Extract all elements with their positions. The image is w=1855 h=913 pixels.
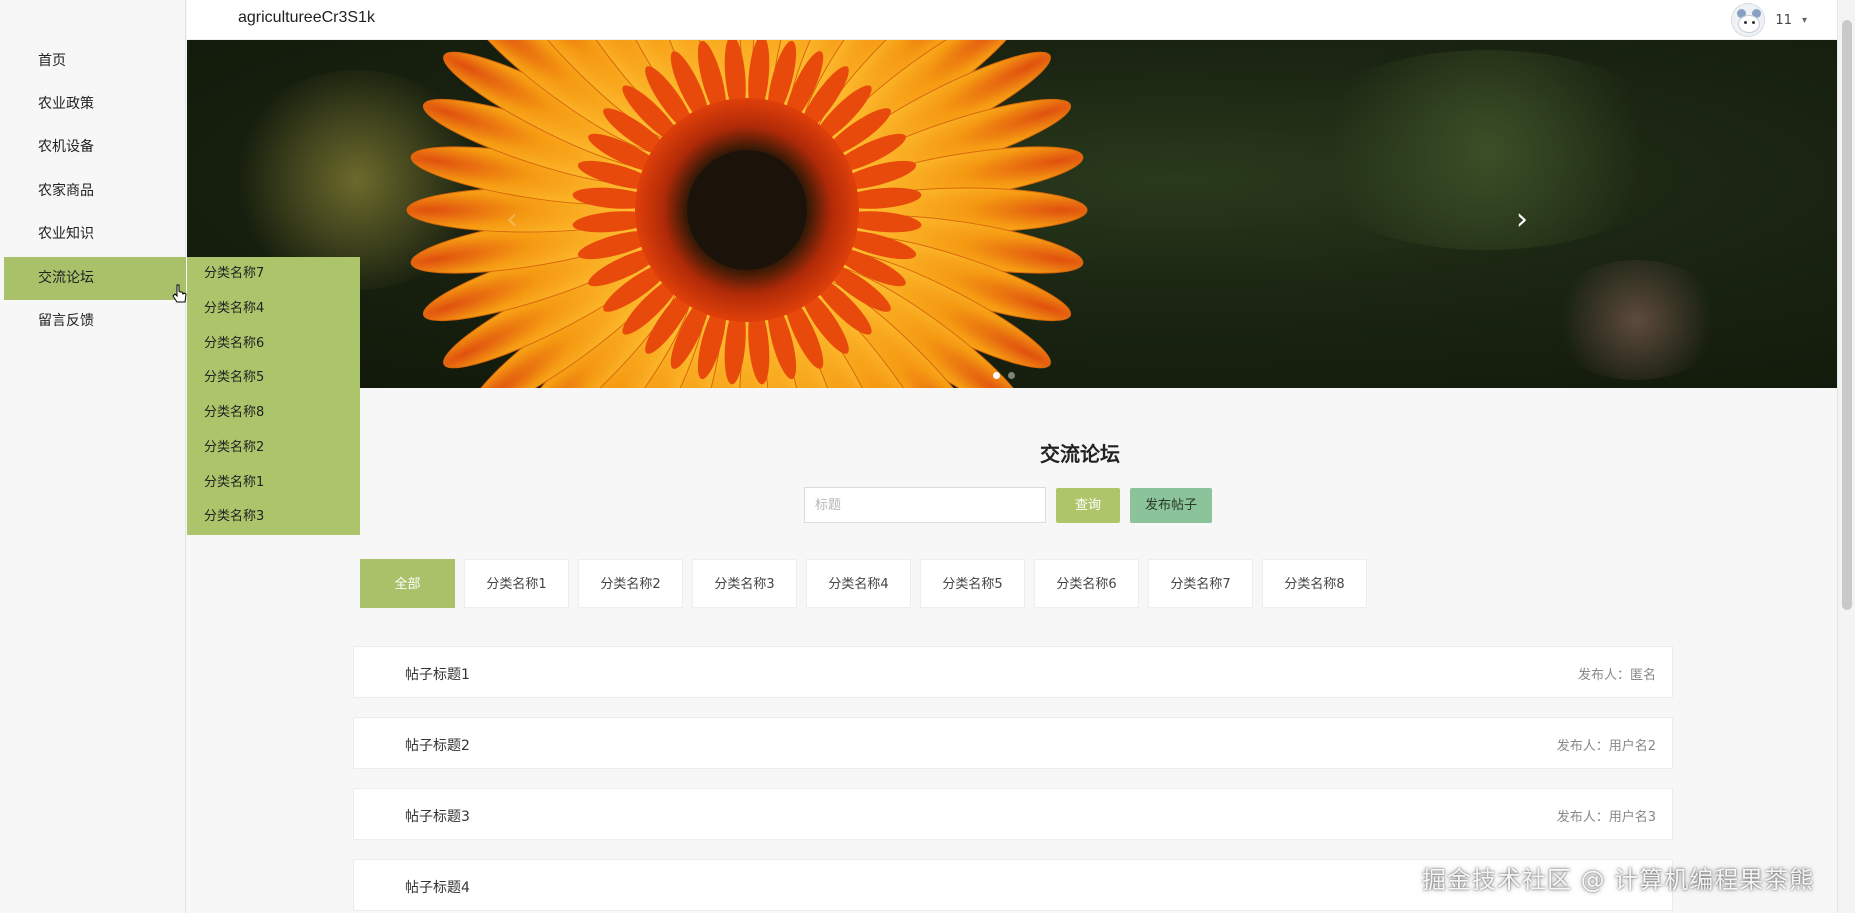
- sidebar-item-policy[interactable]: 农业政策: [4, 83, 186, 126]
- banner-carousel: ‹ ›: [187, 40, 1837, 388]
- search-input[interactable]: [804, 487, 1046, 523]
- user-menu[interactable]: 11 ▾: [1731, 3, 1807, 37]
- sidebar-item-products[interactable]: 农家商品: [4, 170, 186, 213]
- page-title: 交流论坛: [1040, 442, 1120, 466]
- tab-category[interactable]: 分类名称1: [464, 559, 569, 608]
- app-title: agricultureeCr3S1k: [238, 9, 375, 26]
- tab-category[interactable]: 分类名称6: [1034, 559, 1139, 608]
- post-author: 发布人：用户名2: [1556, 739, 1656, 754]
- carousel-dot[interactable]: [993, 372, 1000, 379]
- submenu-item[interactable]: 分类名称6: [187, 327, 360, 362]
- sidebar: 首页 农业政策 农机设备 农家商品 农业知识 交流论坛 留言反馈: [0, 0, 186, 913]
- sidebar-item-home[interactable]: 首页: [4, 40, 186, 83]
- hand-cursor-icon: [172, 284, 187, 303]
- submenu-item[interactable]: 分类名称8: [187, 396, 360, 431]
- carousel-dot[interactable]: [1008, 372, 1015, 379]
- scrollbar[interactable]: [1837, 0, 1855, 913]
- tab-all[interactable]: 全部: [360, 559, 455, 608]
- carousel-next-icon[interactable]: ›: [1507, 200, 1537, 240]
- tab-category[interactable]: 分类名称8: [1262, 559, 1367, 608]
- tab-category[interactable]: 分类名称3: [692, 559, 797, 608]
- tab-category[interactable]: 分类名称5: [920, 559, 1025, 608]
- post-title[interactable]: 帖子标题1: [405, 664, 470, 684]
- submenu-item[interactable]: 分类名称3: [187, 500, 360, 535]
- sidebar-item-equipment[interactable]: 农机设备: [4, 126, 186, 169]
- chevron-down-icon[interactable]: ▾: [1802, 15, 1807, 26]
- post-author: 发布人：匿名: [1577, 668, 1656, 683]
- list-item[interactable]: 帖子标题2 发布人：用户名2: [353, 717, 1673, 769]
- submenu-item[interactable]: 分类名称7: [187, 257, 360, 292]
- submenu-item[interactable]: 分类名称5: [187, 361, 360, 396]
- avatar[interactable]: [1731, 3, 1766, 37]
- forum-submenu: 分类名称7 分类名称4 分类名称6 分类名称5 分类名称8 分类名称2 分类名称…: [187, 257, 360, 535]
- sidebar-item-feedback[interactable]: 留言反馈: [4, 300, 186, 343]
- app-root: 首页 农业政策 农机设备 农家商品 农业知识 交流论坛 留言反馈 agricul…: [0, 0, 1855, 913]
- user-name[interactable]: 11: [1775, 13, 1792, 28]
- watermark: 掘金技术社区 @ 计算机编程果茶熊: [1422, 866, 1815, 894]
- submenu-item[interactable]: 分类名称2: [187, 431, 360, 466]
- sidebar-item-forum[interactable]: 交流论坛: [4, 257, 186, 300]
- post-title[interactable]: 帖子标题2: [405, 735, 470, 755]
- category-tabs: 全部 分类名称1 分类名称2 分类名称3 分类名称4 分类名称5 分类名称6 分…: [360, 559, 1367, 608]
- list-item[interactable]: 帖子标题3 发布人：用户名3: [353, 788, 1673, 840]
- tab-category[interactable]: 分类名称4: [806, 559, 911, 608]
- publish-post-button[interactable]: 发布帖子: [1130, 488, 1212, 523]
- top-header: agricultureeCr3S1k 11 ▾: [187, 0, 1837, 40]
- sidebar-item-knowledge[interactable]: 农业知识: [4, 213, 186, 256]
- post-title[interactable]: 帖子标题4: [405, 877, 470, 897]
- tab-category[interactable]: 分类名称7: [1148, 559, 1253, 608]
- carousel-dots: [993, 372, 1015, 379]
- carousel-prev-icon[interactable]: ‹: [497, 200, 527, 240]
- post-author: 发布人：用户名3: [1556, 810, 1656, 825]
- post-title[interactable]: 帖子标题3: [405, 806, 470, 826]
- submenu-item[interactable]: 分类名称4: [187, 292, 360, 327]
- query-button[interactable]: 查询: [1056, 488, 1120, 523]
- tab-category[interactable]: 分类名称2: [578, 559, 683, 608]
- list-item[interactable]: 帖子标题1 发布人：匿名: [353, 646, 1673, 698]
- scrollbar-thumb[interactable]: [1842, 20, 1852, 610]
- submenu-item[interactable]: 分类名称1: [187, 466, 360, 501]
- flower-image: [406, 40, 1088, 388]
